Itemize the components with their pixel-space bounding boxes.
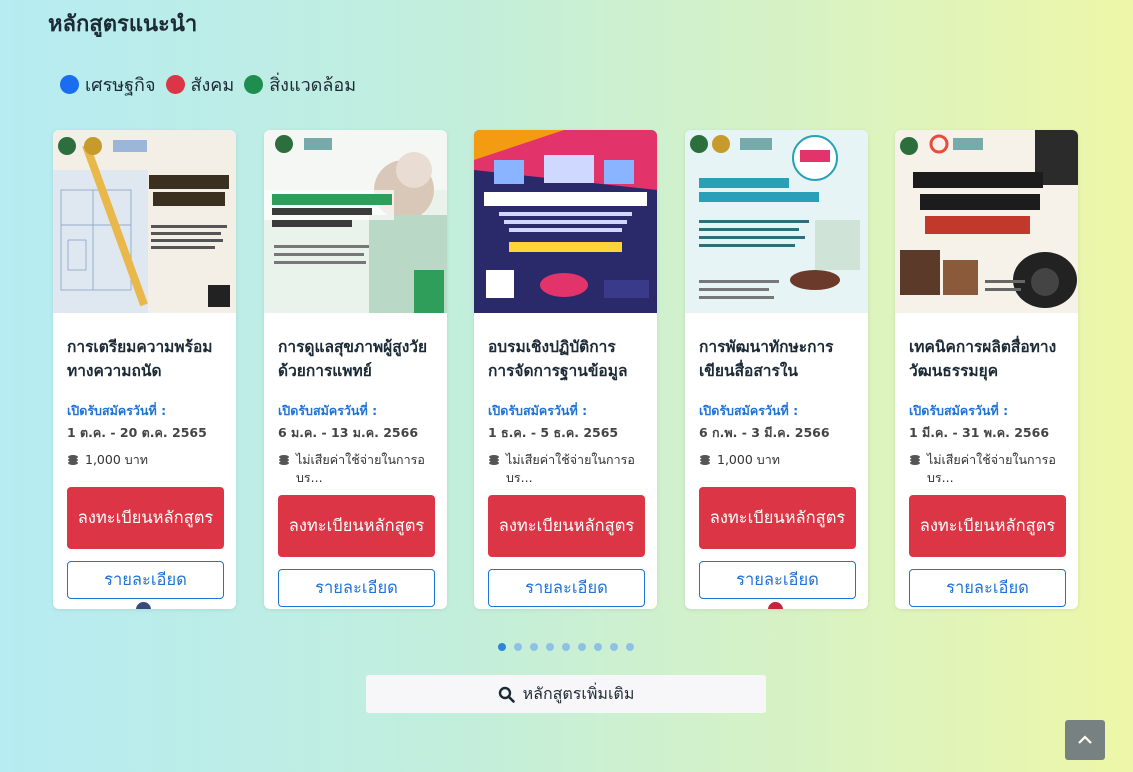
economy-dot-icon — [60, 75, 79, 94]
course-title[interactable]: อบรมเชิงปฏิบัติการ การจัดการฐานข้อมูล — [488, 335, 643, 387]
pagination-dot[interactable] — [530, 643, 538, 651]
fee-text: 1,000 บาท — [717, 452, 780, 467]
legend-label: สังคม — [190, 75, 235, 96]
course-card[interactable]: การพัฒนาทักษะการเขียนสื่อสารใน เปิดรับสม… — [685, 130, 868, 609]
course-poster-image[interactable] — [474, 130, 657, 313]
open-date-label: เปิดรับสมัครวันที่ : — [67, 403, 167, 418]
pagination-dot[interactable] — [578, 643, 586, 651]
detail-button[interactable]: รายละเอียด — [67, 561, 224, 599]
category-dot-icon — [136, 602, 151, 609]
fee-text: ไม่เสียค่าใช้จ่ายในการอบร... — [927, 452, 1056, 485]
pagination-dot[interactable] — [562, 643, 570, 651]
register-button[interactable]: ลงทะเบียนหลักสูตร — [278, 495, 435, 557]
course-fee: ไม่เสียค่าใช้จ่ายในการอบร... — [909, 451, 1064, 487]
open-date-range: 1 ธ.ค. - 5 ธ.ค. 2565 — [488, 425, 619, 440]
back-to-top-button[interactable] — [1065, 720, 1105, 760]
register-button[interactable]: ลงทะเบียนหลักสูตร — [488, 495, 645, 557]
legend-item-society: สังคม — [165, 70, 235, 99]
society-dot-icon — [165, 75, 185, 94]
course-card[interactable]: การเตรียมความพร้อมทางความถนัด เปิดรับสมั… — [53, 130, 236, 609]
pagination-dot[interactable] — [594, 643, 602, 651]
pagination-dot[interactable] — [610, 643, 618, 651]
fee-text: ไม่เสียค่าใช้จ่ายในการอบร... — [296, 452, 425, 485]
pagination-dot[interactable] — [546, 643, 554, 651]
section-title: หลักสูตรแนะนำ — [48, 12, 198, 37]
more-courses-button[interactable]: หลักสูตรเพิ่มเติม — [366, 675, 766, 713]
open-date-label: เปิดรับสมัครวันที่ : — [488, 403, 588, 418]
course-title[interactable]: เทคนิคการผลิตสื่อทางวัฒนธรรมยุค — [909, 335, 1064, 387]
coins-icon — [910, 455, 920, 465]
course-fee: ไม่เสียค่าใช้จ่ายในการอบร... — [278, 451, 433, 487]
course-card[interactable]: เทคนิคการผลิตสื่อทางวัฒนธรรมยุค เปิดรับส… — [895, 130, 1078, 609]
coins-icon — [279, 455, 289, 465]
fee-text: 1,000 บาท — [85, 452, 148, 467]
pagination-dot[interactable] — [498, 643, 506, 651]
detail-button[interactable]: รายละเอียด — [278, 569, 435, 607]
chevron-up-icon — [1078, 735, 1092, 744]
open-date-label: เปิดรับสมัครวันที่ : — [278, 403, 378, 418]
search-icon — [498, 686, 515, 703]
course-title[interactable]: การพัฒนาทักษะการเขียนสื่อสารใน — [699, 335, 854, 387]
register-button[interactable]: ลงทะเบียนหลักสูตร — [909, 495, 1066, 557]
register-button[interactable]: ลงทะเบียนหลักสูตร — [67, 487, 224, 549]
course-poster-image[interactable] — [685, 130, 868, 313]
legend-label: สิ่งแวดล้อม — [269, 75, 357, 96]
open-date-range: 1 ต.ค. - 20 ต.ค. 2565 — [67, 425, 207, 440]
coins-icon — [489, 455, 499, 465]
course-title[interactable]: การดูแลสุขภาพผู้สูงวัยด้วยการแพทย์ — [278, 335, 433, 387]
detail-button[interactable]: รายละเอียด — [699, 561, 856, 599]
environment-dot-icon — [244, 75, 264, 94]
coins-icon — [700, 455, 710, 465]
pagination-dot[interactable] — [626, 643, 634, 651]
course-card[interactable]: อบรมเชิงปฏิบัติการ การจัดการฐานข้อมูล เป… — [474, 130, 657, 609]
course-poster-image[interactable] — [264, 130, 447, 313]
open-date-range: 1 มี.ค. - 31 พ.ค. 2566 — [909, 425, 1050, 440]
pagination-dot[interactable] — [514, 643, 522, 651]
course-poster-image[interactable] — [895, 130, 1078, 313]
course-poster-image[interactable] — [53, 130, 236, 313]
legend-item-economy: เศรษฐกิจ — [60, 70, 156, 99]
open-date-range: 6 ม.ค. - 13 ม.ค. 2566 — [278, 425, 419, 440]
legend-item-environment: สิ่งแวดล้อม — [244, 70, 356, 99]
legend-label: เศรษฐกิจ — [85, 75, 156, 96]
open-date-range: 6 ก.พ. - 3 มี.ค. 2566 — [699, 425, 830, 440]
course-fee: 1,000 บาท — [67, 451, 222, 469]
coins-icon — [68, 455, 78, 465]
open-date-label: เปิดรับสมัครวันที่ : — [909, 403, 1009, 418]
category-legend: เศรษฐกิจ สังคม สิ่งแวดล้อม — [60, 70, 358, 99]
course-fee: 1,000 บาท — [699, 451, 854, 469]
course-card[interactable]: การดูแลสุขภาพผู้สูงวัยด้วยการแพทย์ เปิดร… — [264, 130, 447, 609]
open-date-label: เปิดรับสมัครวันที่ : — [699, 403, 799, 418]
category-dot-icon — [768, 602, 783, 609]
course-fee: ไม่เสียค่าใช้จ่ายในการอบร... — [488, 451, 643, 487]
course-title[interactable]: การเตรียมความพร้อมทางความถนัด — [67, 335, 222, 387]
more-courses-label: หลักสูตรเพิ่มเติม — [522, 683, 635, 703]
detail-button[interactable]: รายละเอียด — [909, 569, 1066, 607]
register-button[interactable]: ลงทะเบียนหลักสูตร — [699, 487, 856, 549]
fee-text: ไม่เสียค่าใช้จ่ายในการอบร... — [506, 452, 635, 485]
carousel-pagination — [498, 643, 634, 651]
detail-button[interactable]: รายละเอียด — [488, 569, 645, 607]
